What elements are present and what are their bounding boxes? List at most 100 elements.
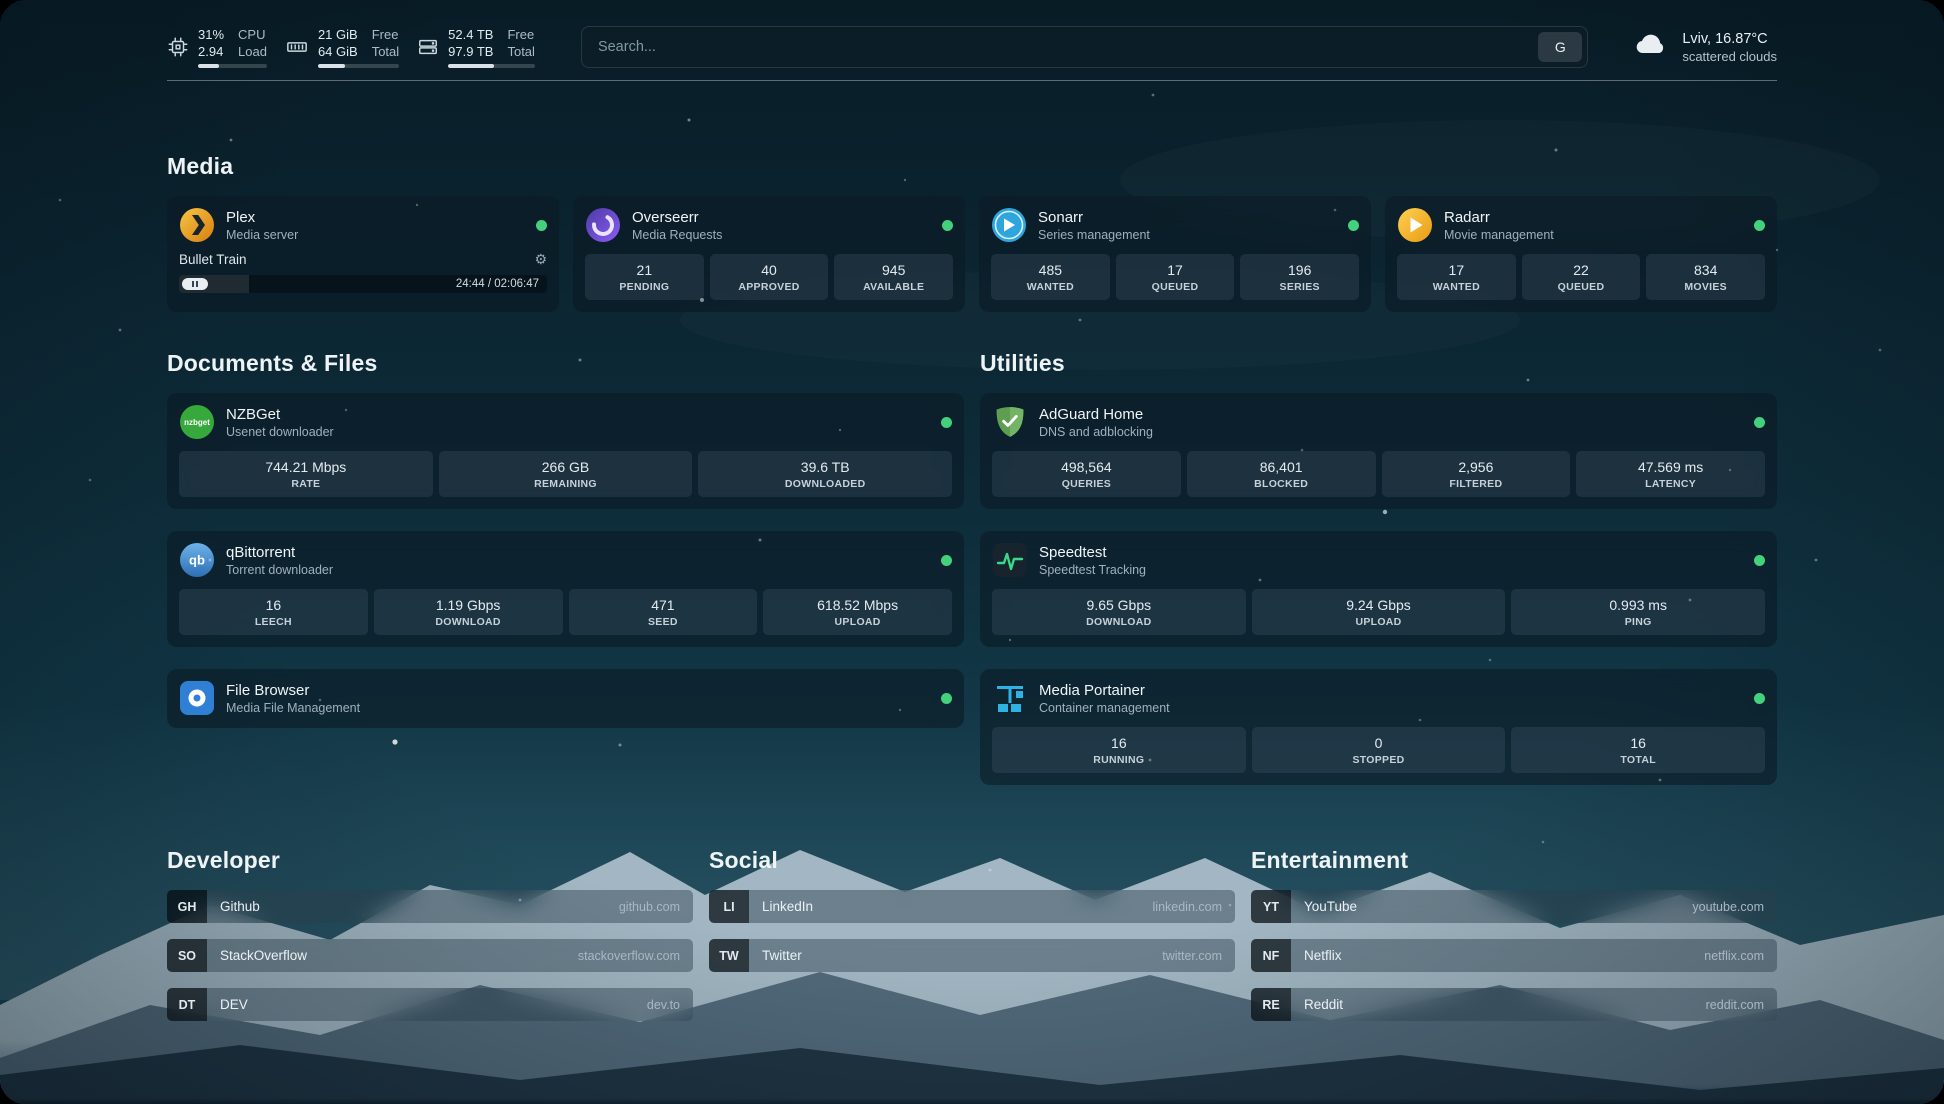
status-dot — [1754, 555, 1765, 566]
cpu-progress-fill — [198, 64, 219, 68]
disk-free-value: 52.4 TB — [448, 26, 493, 43]
speedtest-icon — [992, 542, 1028, 578]
service-card-adguard[interactable]: AdGuard Home DNS and adblocking 498,564 … — [980, 393, 1777, 509]
service-desc: Usenet downloader — [226, 425, 334, 439]
service-desc: Series management — [1038, 228, 1150, 242]
section-title-utilities: Utilities — [980, 350, 1777, 377]
bookmark-dev[interactable]: DT DEV dev.to — [167, 988, 693, 1021]
stat-queries: 498,564 QUERIES — [992, 451, 1181, 497]
service-card-portainer[interactable]: Media Portainer Container management 16 … — [980, 669, 1777, 785]
bookmark-twitter[interactable]: TW Twitter twitter.com — [709, 939, 1235, 972]
cpu-percent: 31% — [198, 26, 224, 43]
stat-running: 16 RUNNING — [992, 727, 1246, 773]
cpu-label: CPU — [238, 26, 267, 43]
stat-upload: 9.24 Gbps UPLOAD — [1252, 589, 1506, 635]
stat-stopped: 0 STOPPED — [1252, 727, 1506, 773]
cloud-icon — [1630, 29, 1670, 66]
status-dot — [1348, 220, 1359, 231]
filebrowser-icon — [179, 680, 215, 716]
bookmark-abbr: TW — [709, 939, 749, 972]
service-name: qBittorrent — [226, 544, 333, 561]
stat-remaining: 266 GB REMAINING — [439, 451, 693, 497]
service-name: Plex — [226, 209, 298, 226]
service-card-sonarr[interactable]: Sonarr Series management 485 WANTED 17 Q… — [979, 196, 1371, 312]
weather-condition: scattered clouds — [1682, 49, 1777, 64]
service-desc: Speedtest Tracking — [1039, 563, 1146, 577]
stat-queued: 22 QUEUED — [1522, 254, 1641, 300]
service-name: NZBGet — [226, 406, 334, 423]
qbittorrent-icon: qb — [179, 542, 215, 578]
memory-total-value: 64 GiB — [318, 43, 358, 60]
overseerr-icon — [585, 207, 621, 243]
stat-approved: 40 APPROVED — [710, 254, 829, 300]
section-title-entertainment: Entertainment — [1251, 847, 1777, 874]
top-bar: 31% CPU 2.94 Load — [167, 26, 1777, 68]
gear-icon[interactable]: ⚙ — [534, 253, 547, 267]
weather-location: Lviv, 16.87°C — [1682, 31, 1777, 47]
stat-download: 9.65 Gbps DOWNLOAD — [992, 589, 1246, 635]
cpu-progress-bar — [198, 64, 267, 68]
service-card-filebrowser[interactable]: File Browser Media File Management — [167, 669, 964, 728]
svg-text:nzbget: nzbget — [184, 418, 210, 427]
stat-upload: 618.52 Mbps UPLOAD — [763, 589, 952, 635]
weather-widget: Lviv, 16.87°C scattered clouds — [1630, 29, 1777, 66]
disk-total-value: 97.9 TB — [448, 43, 493, 60]
bookmark-abbr: NF — [1251, 939, 1291, 972]
stat-wanted: 485 WANTED — [991, 254, 1110, 300]
service-card-nzbget[interactable]: nzbget NZBGet Usenet downloader 744.21 M… — [167, 393, 964, 509]
section-title-documents: Documents & Files — [167, 350, 964, 377]
service-card-speedtest[interactable]: Speedtest Speedtest Tracking 9.65 Gbps D… — [980, 531, 1777, 647]
bookmark-linkedin[interactable]: LI LinkedIn linkedin.com — [709, 890, 1235, 923]
status-dot — [1754, 417, 1765, 428]
service-name: AdGuard Home — [1039, 406, 1153, 423]
search-provider-button[interactable]: G — [1538, 32, 1582, 62]
nzbget-icon: nzbget — [179, 404, 215, 440]
bookmark-abbr: LI — [709, 890, 749, 923]
service-name: Radarr — [1444, 209, 1554, 226]
bookmark-reddit[interactable]: RE Reddit reddit.com — [1251, 988, 1777, 1021]
service-card-plex[interactable]: Plex Media server Bullet Train ⚙ 24:44 /… — [167, 196, 559, 312]
cpu-load-value: 2.94 — [198, 43, 224, 60]
service-card-qbittorrent[interactable]: qb qBittorrent Torrent downloader 16 LEE… — [167, 531, 964, 647]
status-dot — [941, 417, 952, 428]
stat-seed: 471 SEED — [569, 589, 758, 635]
playback-progress-bar[interactable]: 24:44 / 02:06:47 — [179, 275, 547, 293]
bookmark-github[interactable]: GH Github github.com — [167, 890, 693, 923]
service-desc: Media server — [226, 228, 298, 242]
service-name: Sonarr — [1038, 209, 1150, 226]
bookmark-youtube[interactable]: YT YouTube youtube.com — [1251, 890, 1777, 923]
bookmarks-developer: Developer GH Github github.com SO StackO… — [167, 847, 693, 1037]
memory-widget: 21 GiB Free 64 GiB Total — [285, 26, 399, 68]
stat-download: 1.19 Gbps DOWNLOAD — [374, 589, 563, 635]
cpu-widget: 31% CPU 2.94 Load — [167, 26, 267, 68]
service-desc: Media Requests — [632, 228, 722, 242]
service-name: Speedtest — [1039, 544, 1146, 561]
section-media: Media Plex — [167, 153, 1777, 312]
search-input[interactable] — [596, 38, 1538, 56]
service-card-overseerr[interactable]: Overseerr Media Requests 21 PENDING 40 A… — [573, 196, 965, 312]
search-bar[interactable]: G — [581, 26, 1588, 68]
status-dot — [942, 220, 953, 231]
bookmark-stackoverflow[interactable]: SO StackOverflow stackoverflow.com — [167, 939, 693, 972]
playback-time: 24:44 / 02:06:47 — [456, 278, 539, 290]
memory-total-label: Total — [372, 43, 399, 60]
service-desc: Container management — [1039, 701, 1170, 715]
stat-downloaded: 39.6 TB DOWNLOADED — [698, 451, 952, 497]
stat-leech: 16 LEECH — [179, 589, 368, 635]
memory-progress-bar — [318, 64, 399, 68]
status-dot — [1754, 220, 1765, 231]
bookmark-abbr: DT — [167, 988, 207, 1021]
pause-button[interactable] — [182, 278, 208, 290]
disk-total-label: Total — [507, 43, 534, 60]
bookmark-netflix[interactable]: NF Netflix netflix.com — [1251, 939, 1777, 972]
disk-free-label: Free — [507, 26, 534, 43]
bookmarks-social: Social LI LinkedIn linkedin.com TW Twitt… — [709, 847, 1235, 1037]
service-card-radarr[interactable]: Radarr Movie management 17 WANTED 22 QUE… — [1385, 196, 1777, 312]
stat-queued: 17 QUEUED — [1116, 254, 1235, 300]
memory-progress-fill — [318, 64, 345, 68]
section-title-social: Social — [709, 847, 1235, 874]
stat-movies: 834 MOVIES — [1646, 254, 1765, 300]
stat-wanted: 17 WANTED — [1397, 254, 1516, 300]
bookmark-abbr: RE — [1251, 988, 1291, 1021]
cpu-load-label: Load — [238, 43, 267, 60]
